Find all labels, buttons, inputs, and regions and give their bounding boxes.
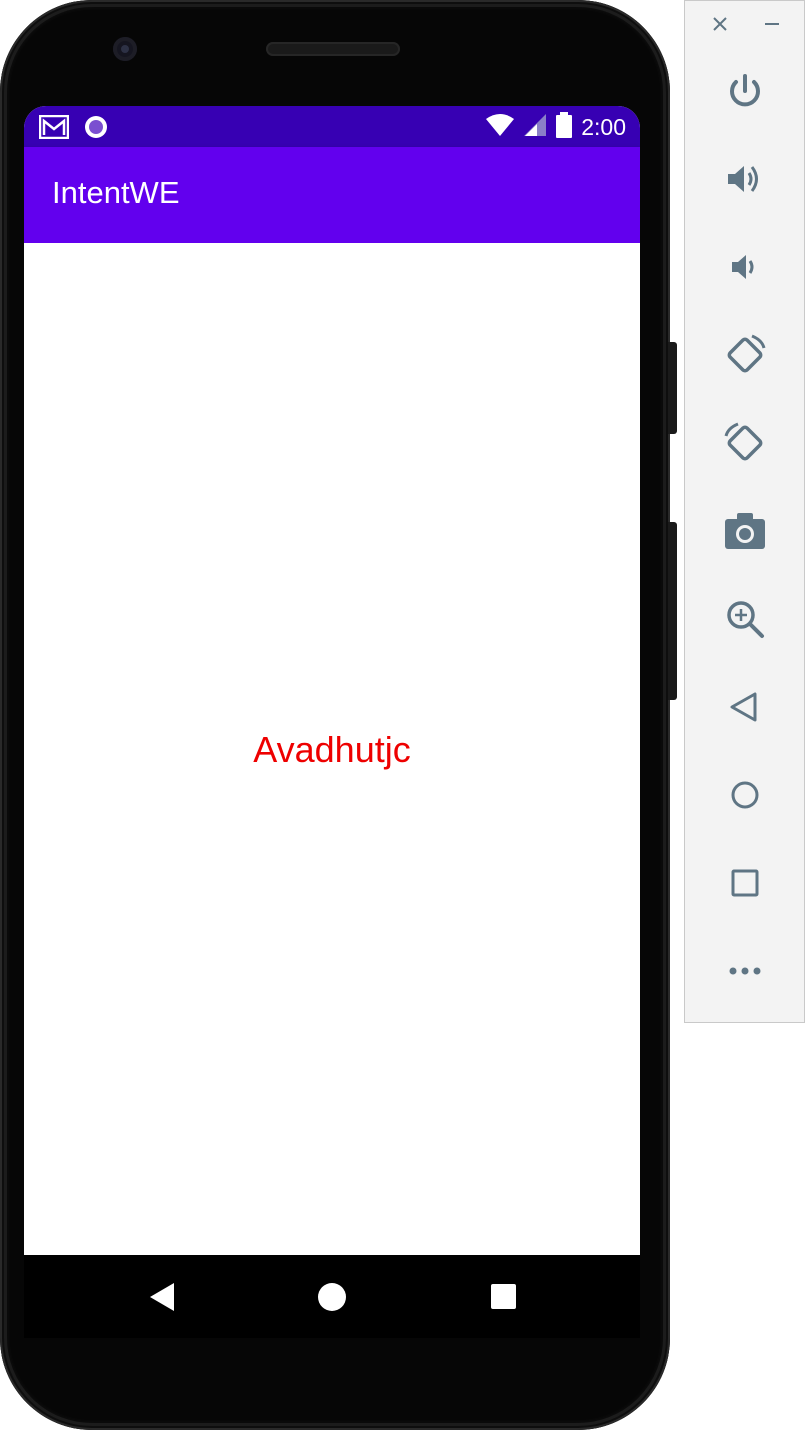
app-title: IntentWE: [52, 175, 180, 210]
back-icon: [150, 1283, 174, 1311]
center-text-view: Avadhutjc: [253, 729, 411, 770]
home-button[interactable]: [722, 772, 768, 818]
phone-frame: 2:00 IntentWE Avadhutjc: [0, 0, 670, 1430]
emulator-toolbar: [684, 0, 805, 1023]
nav-home-button[interactable]: [317, 1282, 347, 1312]
sync-circle-icon: [83, 114, 109, 145]
minimize-icon: [765, 23, 779, 25]
overview-icon: [731, 869, 759, 897]
minimize-button[interactable]: [761, 13, 783, 35]
home-icon: [318, 1283, 346, 1311]
earpiece-speaker: [266, 42, 400, 56]
app-bar: IntentWE: [24, 147, 640, 243]
cell-signal-icon: [523, 113, 547, 142]
more-button[interactable]: [722, 948, 768, 994]
rotate-right-icon: [724, 422, 763, 461]
device-screen: 2:00 IntentWE Avadhutjc: [24, 106, 640, 1338]
front-camera: [113, 37, 137, 61]
navigation-bar: [24, 1255, 640, 1338]
overview-button[interactable]: [722, 860, 768, 906]
main-content: Avadhutjc: [24, 243, 640, 1255]
volume-up-button[interactable]: [722, 156, 768, 202]
back-icon: [730, 692, 757, 722]
power-icon: [730, 74, 760, 107]
volume-down-button[interactable]: [722, 244, 768, 290]
hardware-power-button[interactable]: [668, 342, 677, 434]
status-bar: 2:00: [24, 106, 640, 147]
camera-icon: [725, 513, 765, 549]
home-icon: [731, 781, 759, 809]
recents-icon: [491, 1284, 516, 1309]
screenshot-button[interactable]: [722, 508, 768, 554]
volume-up-icon: [728, 166, 758, 192]
rotate-left-button[interactable]: [722, 332, 768, 378]
wifi-icon: [485, 113, 515, 142]
hardware-volume-rocker[interactable]: [668, 522, 677, 700]
nav-recents-button[interactable]: [489, 1282, 519, 1312]
more-icon: [729, 967, 761, 975]
status-time: 2:00: [581, 114, 626, 140]
gmail-icon: [38, 114, 70, 144]
power-button[interactable]: [722, 68, 768, 114]
volume-down-icon: [732, 255, 754, 279]
close-button[interactable]: [709, 13, 731, 35]
rotate-left-icon: [727, 334, 766, 373]
zoom-button[interactable]: [722, 596, 768, 642]
nav-back-button[interactable]: [148, 1282, 178, 1312]
zoom-icon: [727, 601, 764, 638]
back-button[interactable]: [722, 684, 768, 730]
battery-icon: [555, 112, 573, 143]
rotate-right-button[interactable]: [722, 420, 768, 466]
close-icon: [713, 17, 727, 31]
